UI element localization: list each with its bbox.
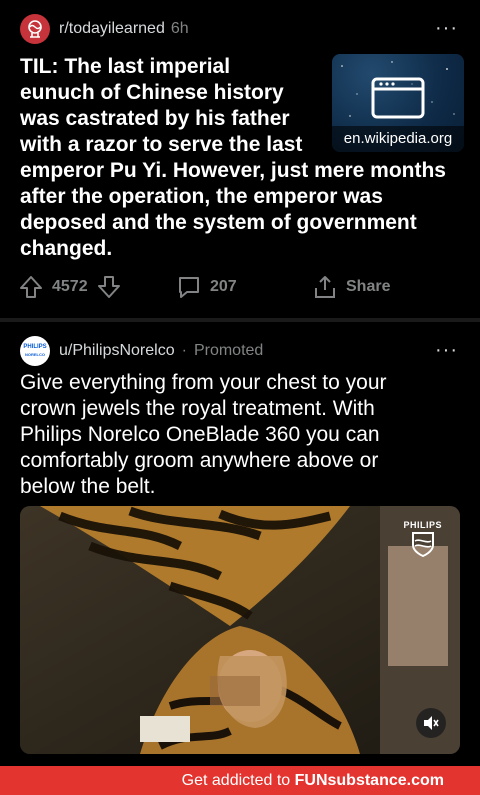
- ad-headline-line: comfortably groom anywhere above or: [20, 449, 379, 472]
- video-brand-label: PHILIPS: [403, 520, 442, 530]
- todayilearned-avatar-icon: [28, 20, 42, 38]
- vote-control: 4572: [18, 274, 122, 300]
- ad-video[interactable]: PHILIPS: [20, 506, 460, 754]
- post-title-line: after the operation, the emperor was: [20, 185, 383, 208]
- advertiser-avatar[interactable]: PHILIPS NORELCO: [20, 336, 50, 366]
- promoted-post-card[interactable]: PHILIPS NORELCO u/PhilipsNorelco · Promo…: [0, 322, 480, 762]
- advertiser-name[interactable]: u/PhilipsNorelco: [59, 342, 175, 360]
- mute-button[interactable]: [416, 708, 446, 738]
- watermark-banner: Get addicted to FUNsubstance.com: [0, 766, 480, 795]
- watermark-prefix: Get addicted to: [181, 771, 295, 789]
- separator-dot: ·: [181, 342, 187, 359]
- ad-headline[interactable]: Give everything from your chest to your …: [20, 370, 460, 500]
- post-age: 6h: [170, 20, 189, 37]
- subreddit-avatar[interactable]: [20, 14, 50, 44]
- post-card-til[interactable]: r/todayilearned 6h ··· TIL: The last imp…: [0, 0, 480, 318]
- link-domain: en.wikipedia.org: [332, 126, 464, 152]
- more-options-button[interactable]: ···: [435, 340, 458, 360]
- downvote-icon[interactable]: [96, 274, 122, 300]
- website-icon: [371, 77, 425, 119]
- vote-count: 4572: [52, 278, 88, 295]
- ad-headline-line: crown jewels the royal treatment. With: [20, 397, 375, 420]
- mute-icon: [424, 716, 439, 730]
- avatar-brand-top: PHILIPS: [23, 344, 47, 350]
- more-options-button[interactable]: ···: [435, 18, 458, 38]
- ad-headline-line: Give everything from your chest to your: [20, 371, 387, 394]
- ad-headline-line: below the belt.: [20, 475, 156, 498]
- share-label: Share: [346, 278, 391, 295]
- comment-icon: [179, 277, 199, 298]
- post-header: r/todayilearned 6h: [20, 14, 189, 44]
- avatar-brand-bottom: NORELCO: [25, 352, 45, 357]
- post-header: PHILIPS NORELCO u/PhilipsNorelco · Promo…: [20, 336, 263, 366]
- post-actions: 4572 207 Share: [18, 272, 468, 302]
- philips-shield-icon: [411, 532, 434, 558]
- share-button[interactable]: Share: [312, 274, 398, 300]
- comments-button[interactable]: 207: [176, 274, 245, 300]
- share-icon: [315, 276, 335, 298]
- promoted-label: Promoted: [193, 342, 264, 359]
- video-frame: [20, 506, 460, 754]
- subreddit-name[interactable]: r/todayilearned: [59, 20, 165, 38]
- philips-logo: PHILIPS: [403, 520, 442, 558]
- post-title-line: emperor Pu Yi. However, just mere months: [20, 159, 446, 182]
- upvote-icon[interactable]: [18, 274, 44, 300]
- post-title-line: changed.: [20, 237, 113, 260]
- comment-count: 207: [210, 278, 237, 295]
- link-thumbnail[interactable]: en.wikipedia.org: [332, 54, 464, 152]
- watermark-brand: FUNsubstance.com: [294, 771, 444, 789]
- ad-headline-line: Philips Norelco OneBlade 360 you can: [20, 423, 380, 446]
- post-title-line: deposed and the system of government: [20, 211, 417, 234]
